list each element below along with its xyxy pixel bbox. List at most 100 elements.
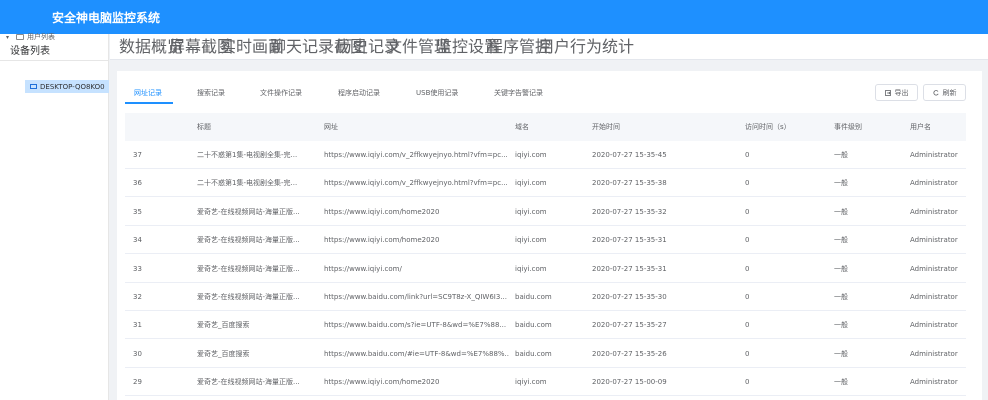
table-cell: 34: [133, 236, 142, 245]
table-cell: iqiyi.com: [515, 236, 547, 245]
table-row[interactable]: 32 爱奇艺-在线视频网站-海量正版... https://www.baidu.co…: [125, 283, 966, 311]
table-cell: 2020-07-27 15-35-31: [592, 264, 667, 273]
table-cell: 爱奇艺-在线视频网站-海量正版...: [197, 207, 300, 216]
table-cell: 0: [745, 321, 750, 330]
table-cell: baidu.com: [515, 349, 552, 358]
table-cell: 一般: [834, 207, 848, 216]
export-label: 导出: [894, 88, 909, 97]
table-cell: 一般: [834, 264, 848, 273]
folder-icon: [16, 34, 24, 40]
table-row[interactable]: 29 爱奇艺-在线视频网站-海量正版... https://www.iqiyi.co…: [125, 368, 966, 397]
column-header-1: 标题: [197, 123, 211, 131]
subtab-1[interactable]: 搜索记录: [197, 88, 225, 104]
table-cell: Administrator: [910, 207, 958, 216]
table-cell: 29: [133, 378, 142, 387]
table-cell: https://www.baidu.com/link?url=SC9T8z-X_…: [324, 293, 507, 301]
table-cell: 2020-07-27 15-35-45: [592, 151, 667, 159]
table-cell: https://www.iqiyi.com/home2020: [324, 207, 440, 216]
sidebar-title: 设备列表: [10, 46, 50, 57]
table-cell: 一般: [834, 151, 848, 159]
table-row[interactable]: 34 爱奇艺-在线视频网站-海量正版... https://www.iqiyi.co…: [125, 226, 966, 255]
table-cell: https://www.iqiyi.com/v_2ffkwyejnyo.html…: [324, 179, 508, 188]
refresh-button[interactable]: 刷新: [923, 84, 966, 101]
table-cell: iqiyi.com: [515, 207, 547, 216]
active-subtab-indicator: [125, 102, 173, 104]
subtab-5[interactable]: 关键字告警记录: [494, 88, 543, 104]
table-cell: 一般: [834, 236, 848, 245]
table-cell: 0: [745, 179, 750, 188]
table-cell: 2020-07-27 15-35-31: [592, 236, 667, 245]
table-cell: https://www.baidu.com/s?ie=UTF-8&wd=%E7%…: [324, 321, 507, 330]
export-button[interactable]: 导出: [875, 84, 918, 101]
table-cell: Administrator: [910, 179, 958, 188]
table-cell: 二十不惑第1集-电视剧全集-完...: [197, 179, 298, 188]
table-row[interactable]: 36 二十不惑第1集-电视剧全集-完... https://www.iqiyi.co…: [125, 169, 966, 198]
column-header-2: 网址: [324, 123, 338, 131]
table-row[interactable]: 35 爱奇艺-在线视频网站-海量正版... https://www.iqiyi.co…: [125, 198, 966, 226]
subtab-4[interactable]: USB使用记录: [416, 88, 458, 104]
table-cell: baidu.com: [515, 293, 552, 301]
table-cell: 一般: [834, 293, 848, 301]
table-cell: Administrator: [910, 378, 958, 387]
table-cell: 0: [745, 293, 750, 301]
table-row[interactable]: 37 二十不惑第1集-电视剧全集-完... https://www.iqiyi.co…: [125, 141, 966, 169]
table-cell: https://www.baidu.com/#ie=UTF-8&wd=%E7%8…: [324, 349, 509, 358]
table-cell: 爱奇艺-在线视频网站-海量正版...: [197, 378, 300, 387]
tree-node-device[interactable]: DESKTOP-QO8KO0: [25, 80, 109, 93]
table-row[interactable]: 30 爱奇艺_百度搜索 https://www.baidu.com/#ie=UTF-…: [125, 340, 966, 368]
table-cell: Administrator: [910, 293, 958, 301]
table-cell: Administrator: [910, 264, 958, 273]
tab-8[interactable]: 用户行为统计: [538, 34, 634, 60]
refresh-icon: [932, 89, 939, 96]
table-cell: 一般: [834, 179, 848, 188]
device-label: DESKTOP-QO8KO0: [40, 82, 105, 91]
refresh-label: 刷新: [942, 88, 957, 97]
table-cell: 32: [133, 293, 142, 301]
table-cell: Administrator: [910, 151, 958, 159]
table-cell: 爱奇艺_百度搜索: [197, 321, 250, 330]
table-cell: 35: [133, 207, 142, 216]
column-header-6: 事件级别: [834, 123, 862, 131]
table-cell: 爱奇艺-在线视频网站-海量正版...: [197, 236, 300, 245]
table-cell: 2020-07-27 15-35-32: [592, 207, 667, 216]
monitor-icon: [30, 84, 37, 89]
table-cell: iqiyi.com: [515, 151, 547, 159]
table-cell: 0: [745, 236, 750, 245]
table-cell: 33: [133, 264, 142, 273]
table-cell: 一般: [834, 321, 848, 330]
table-cell: baidu.com: [515, 321, 552, 330]
table-cell: 37: [133, 151, 142, 159]
caret-down-icon[interactable]: ▾: [6, 34, 16, 41]
table-cell: 30: [133, 349, 142, 358]
table-cell: 0: [745, 378, 750, 387]
column-header-7: 用户名: [910, 123, 931, 131]
table-cell: https://www.iqiyi.com/home2020: [324, 378, 440, 387]
table-cell: 爱奇艺-在线视频网站-海量正版...: [197, 264, 300, 273]
table-row[interactable]: 33 爱奇艺-在线视频网站-海量正版... https://www.iqiyi.co…: [125, 255, 966, 283]
table-cell: Administrator: [910, 236, 958, 245]
sidebar-divider: [0, 60, 109, 61]
table-cell: 36: [133, 179, 142, 188]
subtab-3[interactable]: 程序启动记录: [338, 88, 380, 104]
table-cell: 二十不惑第1集-电视剧全集-完...: [197, 151, 298, 159]
table-cell: 2020-07-27 15-35-30: [592, 293, 667, 301]
table-cell: 一般: [834, 378, 848, 387]
table-cell: Administrator: [910, 349, 958, 358]
app-header: 安全神电脑监控系统: [0, 0, 988, 34]
export-icon: [884, 89, 891, 96]
table-cell: https://www.iqiyi.com/v_2ffkwyejnyo.html…: [324, 151, 508, 159]
table-cell: 2020-07-27 15-35-27: [592, 321, 667, 330]
table-cell: https://www.iqiyi.com/home2020: [324, 236, 440, 245]
tree-node-user-list[interactable]: ▾ 用户列表: [6, 31, 55, 43]
table-cell: 爱奇艺-在线视频网站-海量正版...: [197, 293, 300, 301]
table-row[interactable]: 31 爱奇艺_百度搜索 https://www.baidu.com/s?ie=UTF…: [125, 311, 966, 340]
column-header-3: 域名: [515, 123, 529, 131]
table-cell: 2020-07-27 15-00-09: [592, 378, 667, 387]
table-cell: 0: [745, 349, 750, 358]
column-header-5: 访问时间（s）: [745, 123, 791, 131]
table-cell: 一般: [834, 349, 848, 358]
subtab-2[interactable]: 文件操作记录: [260, 88, 302, 104]
table-cell: 爱奇艺_百度搜索: [197, 349, 250, 358]
table-cell: 0: [745, 264, 750, 273]
table-cell: 2020-07-27 15-35-38: [592, 179, 667, 188]
